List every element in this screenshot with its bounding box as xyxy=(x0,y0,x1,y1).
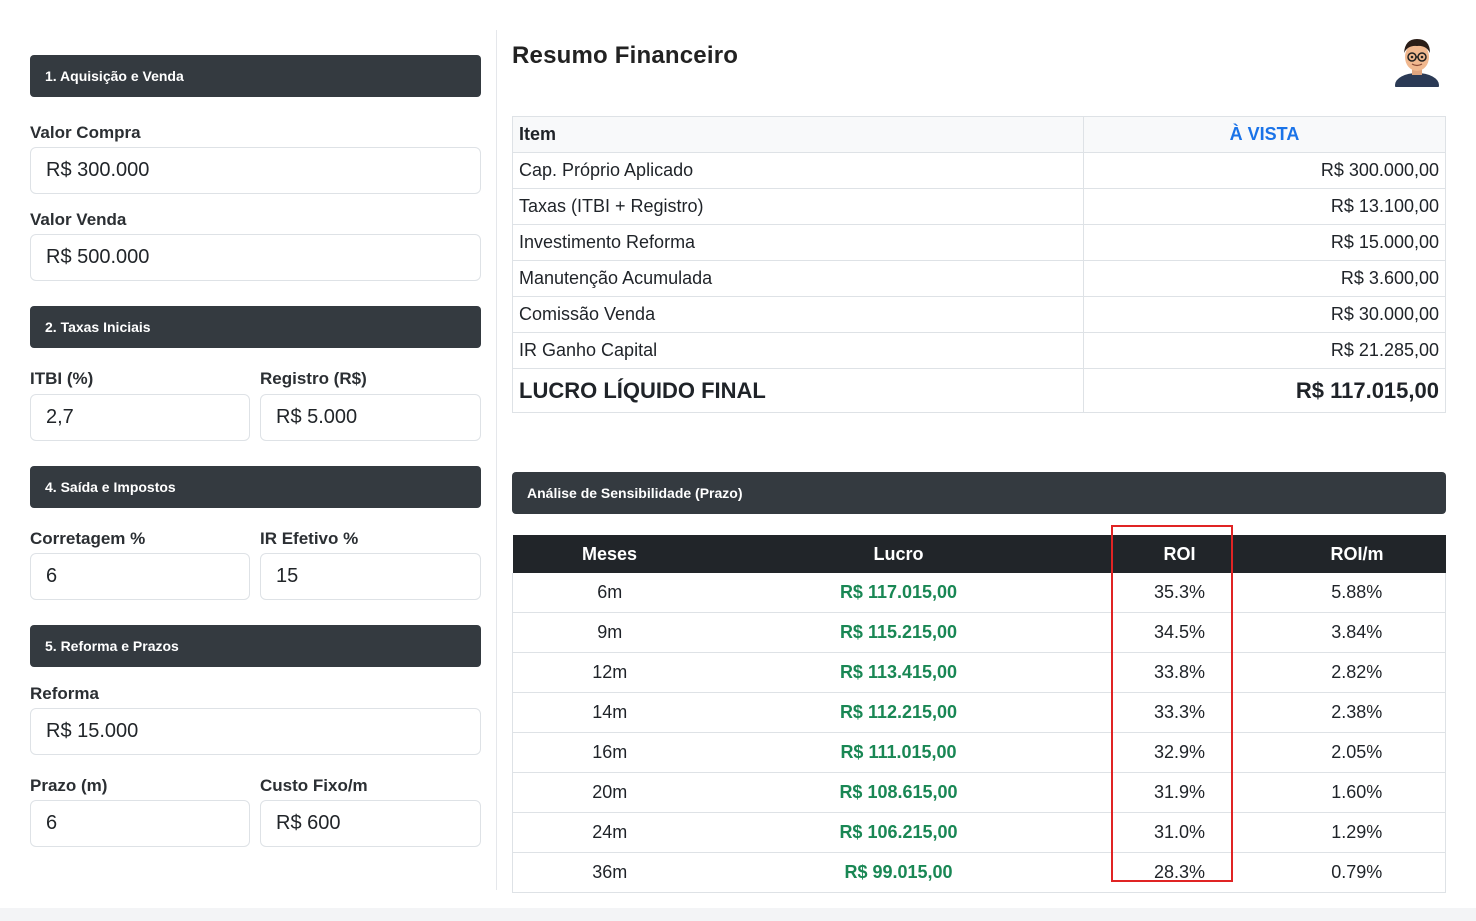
sensitivity-header-row: Meses Lucro ROI ROI/m xyxy=(512,535,1446,573)
custo-fixo-label: Custo Fixo/m xyxy=(260,776,368,795)
avatar[interactable] xyxy=(1393,33,1441,97)
table-row: 12m R$ 113.415,00 33.8% 2.82% xyxy=(512,652,1446,693)
col-vista-header: À VISTA xyxy=(1083,116,1446,153)
lucro-cell: R$ 113.415,00 xyxy=(706,652,1091,693)
summary-value: R$ 13.100,00 xyxy=(1083,188,1446,225)
ir-efetivo-input[interactable]: 15 xyxy=(260,553,481,600)
page-title: Resumo Financeiro xyxy=(512,42,739,69)
meses-cell: 14m xyxy=(512,692,707,733)
col-meses-header: Meses xyxy=(512,535,707,573)
section-header-aquisicao[interactable]: 1. Aquisição e Venda xyxy=(30,55,481,97)
roi-column-highlight xyxy=(1111,525,1233,882)
ir-efetivo-label: IR Efetivo % xyxy=(260,529,359,548)
custo-fixo-input[interactable]: R$ 600 xyxy=(260,800,481,847)
table-row: 24m R$ 106.215,00 31.0% 1.29% xyxy=(512,812,1446,853)
summary-row: Taxas (ITBI + Registro) R$ 13.100,00 xyxy=(512,188,1446,225)
total-label: LUCRO LÍQUIDO FINAL xyxy=(512,368,1084,413)
corretagem-input[interactable]: 6 xyxy=(30,553,250,600)
lucro-cell: R$ 111.015,00 xyxy=(706,732,1091,773)
col-item-header: Item xyxy=(512,116,1084,153)
summary-item: Comissão Venda xyxy=(512,296,1084,333)
col-roim-header: ROI/m xyxy=(1268,535,1446,573)
section-header-saida[interactable]: 4. Saída e Impostos xyxy=(30,466,481,508)
lucro-cell: R$ 117.015,00 xyxy=(706,573,1091,613)
summary-value: R$ 21.285,00 xyxy=(1083,332,1446,369)
section-header-taxas[interactable]: 2. Taxas Iniciais xyxy=(30,306,481,348)
summary-row: Investimento Reforma R$ 15.000,00 xyxy=(512,224,1446,261)
bottom-bar xyxy=(0,908,1476,921)
panel-divider xyxy=(496,30,497,890)
valor-compra-label: Valor Compra xyxy=(30,123,141,142)
lucro-cell: R$ 99.015,00 xyxy=(706,852,1091,893)
lucro-cell: R$ 106.215,00 xyxy=(706,812,1091,853)
roim-cell: 3.84% xyxy=(1268,612,1446,653)
table-row: 20m R$ 108.615,00 31.9% 1.60% xyxy=(512,772,1446,813)
summary-item: Taxas (ITBI + Registro) xyxy=(512,188,1084,225)
prazo-label: Prazo (m) xyxy=(30,776,108,795)
table-row: 9m R$ 115.215,00 34.5% 3.84% xyxy=(512,612,1446,653)
summary-value: R$ 3.600,00 xyxy=(1083,260,1446,297)
meses-cell: 24m xyxy=(512,812,707,853)
meses-cell: 16m xyxy=(512,732,707,773)
lucro-cell: R$ 108.615,00 xyxy=(706,772,1091,813)
roim-cell: 1.60% xyxy=(1268,772,1446,813)
itbi-label: ITBI (%) xyxy=(30,369,94,388)
summary-item: Investimento Reforma xyxy=(512,224,1084,261)
roim-cell: 0.79% xyxy=(1268,852,1446,893)
table-row: 36m R$ 99.015,00 28.3% 0.79% xyxy=(512,852,1446,893)
valor-compra-input[interactable]: R$ 300.000 xyxy=(30,147,481,194)
summary-header-row: Item À VISTA xyxy=(512,116,1446,153)
summary-value: R$ 15.000,00 xyxy=(1083,224,1446,261)
summary-item: IR Ganho Capital xyxy=(512,332,1084,369)
reforma-input[interactable]: R$ 15.000 xyxy=(30,708,481,755)
valor-venda-input[interactable]: R$ 500.000 xyxy=(30,234,481,281)
summary-item: Manutenção Acumulada xyxy=(512,260,1084,297)
meses-cell: 9m xyxy=(512,612,707,653)
table-row: 16m R$ 111.015,00 32.9% 2.05% xyxy=(512,732,1446,773)
summary-value: R$ 300.000,00 xyxy=(1083,152,1446,189)
meses-cell: 6m xyxy=(512,573,707,613)
summary-table: Item À VISTA Cap. Próprio Aplicado R$ 30… xyxy=(512,116,1446,413)
lucro-cell: R$ 115.215,00 xyxy=(706,612,1091,653)
summary-item: Cap. Próprio Aplicado xyxy=(512,152,1084,189)
meses-cell: 36m xyxy=(512,852,707,893)
lucro-cell: R$ 112.215,00 xyxy=(706,692,1091,733)
registro-label: Registro (R$) xyxy=(260,369,367,388)
section-header-sensibilidade[interactable]: Análise de Sensibilidade (Prazo) xyxy=(512,472,1446,514)
roim-cell: 2.38% xyxy=(1268,692,1446,733)
summary-row: Comissão Venda R$ 30.000,00 xyxy=(512,296,1446,333)
sensitivity-table: Meses Lucro ROI ROI/m 6m R$ 117.015,00 3… xyxy=(512,535,1446,893)
col-lucro-header: Lucro xyxy=(706,535,1091,573)
summary-row: IR Ganho Capital R$ 21.285,00 xyxy=(512,332,1446,369)
roim-cell: 5.88% xyxy=(1268,573,1446,613)
avatar-icon xyxy=(1395,39,1439,97)
table-row: 6m R$ 117.015,00 35.3% 5.88% xyxy=(512,573,1446,613)
summary-row: Manutenção Acumulada R$ 3.600,00 xyxy=(512,260,1446,297)
meses-cell: 20m xyxy=(512,772,707,813)
roim-cell: 2.05% xyxy=(1268,732,1446,773)
itbi-input[interactable]: 2,7 xyxy=(30,394,250,441)
meses-cell: 12m xyxy=(512,652,707,693)
registro-input[interactable]: R$ 5.000 xyxy=(260,394,481,441)
valor-venda-label: Valor Venda xyxy=(30,210,127,229)
summary-row: Cap. Próprio Aplicado R$ 300.000,00 xyxy=(512,152,1446,189)
table-row: 14m R$ 112.215,00 33.3% 2.38% xyxy=(512,692,1446,733)
reforma-label: Reforma xyxy=(30,684,99,703)
summary-value: R$ 30.000,00 xyxy=(1083,296,1446,333)
roim-cell: 2.82% xyxy=(1268,652,1446,693)
summary-total-row: LUCRO LÍQUIDO FINAL R$ 117.015,00 xyxy=(512,368,1446,413)
corretagem-label: Corretagem % xyxy=(30,529,146,548)
roim-cell: 1.29% xyxy=(1268,812,1446,853)
prazo-input[interactable]: 6 xyxy=(30,800,250,847)
total-value: R$ 117.015,00 xyxy=(1083,368,1446,413)
section-header-reforma[interactable]: 5. Reforma e Prazos xyxy=(30,625,481,667)
